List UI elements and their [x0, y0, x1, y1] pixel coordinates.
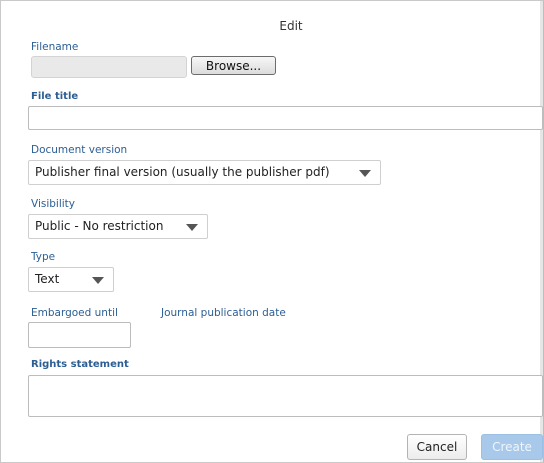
rights-label: Rights statement	[31, 359, 129, 370]
file-title-label: File title	[31, 91, 79, 102]
create-button[interactable]: Create	[481, 434, 543, 460]
dialog-title: Edit	[279, 19, 303, 33]
type-label: Type	[31, 251, 56, 263]
chevron-down-icon	[92, 277, 104, 284]
document-version-label: Document version	[31, 144, 128, 156]
visibility-value: Public - No restriction	[35, 219, 164, 233]
chevron-down-icon	[359, 170, 371, 177]
chevron-down-icon	[186, 224, 198, 231]
type-value: Text	[35, 272, 60, 286]
visibility-select[interactable]: Public - No restriction	[28, 214, 208, 239]
filename-field[interactable]	[31, 56, 187, 78]
browse-button[interactable]: Browse...	[191, 56, 276, 75]
type-select[interactable]: Text	[28, 267, 114, 292]
cancel-button[interactable]: Cancel	[407, 434, 467, 460]
edit-dialog: Edit Filename Browse... File title Docum…	[0, 0, 544, 463]
file-title-input[interactable]	[28, 106, 543, 130]
embargo-date-input[interactable]	[28, 322, 131, 348]
visibility-label: Visibility	[31, 198, 76, 210]
document-version-select[interactable]: Publisher final version (usually the pub…	[28, 160, 381, 185]
rights-textarea[interactable]	[28, 375, 543, 417]
journal-date-link[interactable]: Journal publication date	[161, 307, 286, 319]
embargo-label: Embargoed until	[31, 307, 118, 319]
document-version-value: Publisher final version (usually the pub…	[35, 165, 330, 179]
filename-label: Filename	[31, 41, 79, 53]
